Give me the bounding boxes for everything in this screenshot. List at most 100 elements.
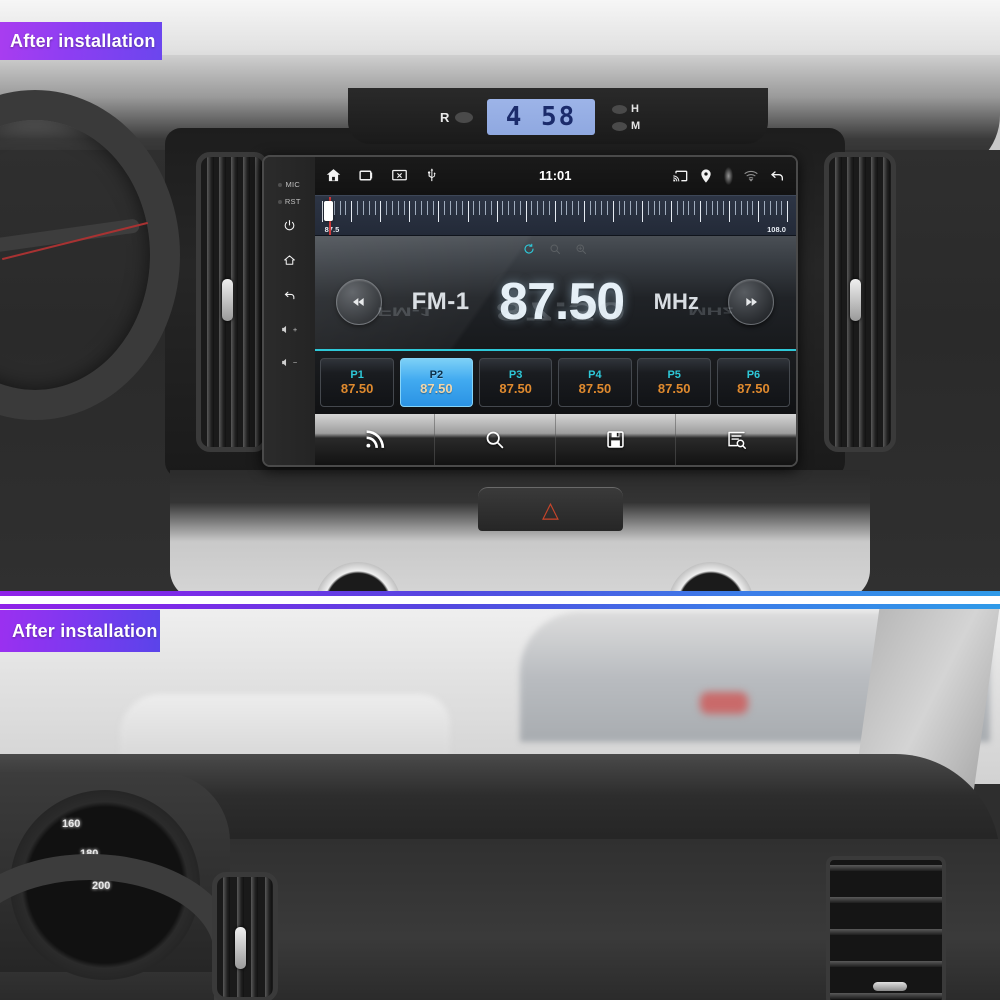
speaker-minus-icon[interactable]: − — [264, 357, 315, 368]
hw-button-reset[interactable]: RST — [264, 198, 315, 206]
car-stereo-head-unit-top[interactable]: MIC RST + − 11:01 87.5 108.0 FM-1 87.50 MHz FM-1… — [262, 155, 798, 467]
power-icon[interactable] — [283, 219, 296, 232]
preset-frequency: 87.50 — [657, 381, 691, 397]
cast-icon[interactable] — [672, 168, 688, 184]
preset-name: P3 — [508, 368, 523, 381]
air-vent-left-top — [196, 152, 268, 452]
recent-apps-icon[interactable] — [358, 167, 375, 184]
hazard-light-button[interactable]: △ — [478, 487, 623, 531]
preset-button-p5[interactable]: P5 87.50 — [637, 357, 711, 408]
preset-name: P6 — [746, 368, 761, 381]
hw-button-mic[interactable]: MIC — [264, 181, 315, 189]
back-arrow-icon[interactable] — [769, 168, 785, 184]
toolbar-button-save[interactable] — [556, 414, 677, 465]
photo-panel-top: R 4 58 H M △ MIC RST + − 11:01 87.5 108.0 FM-… — [0, 0, 1000, 596]
vent-slat — [243, 157, 250, 447]
dash-clock-r-label: R — [440, 110, 450, 125]
reset-label: RST — [284, 197, 301, 207]
status-bar-left-icons — [325, 167, 457, 184]
panel-gap — [0, 596, 1000, 604]
preset-button-p2[interactable]: P2 87.50 — [399, 357, 474, 408]
tuner-slider-handle[interactable] — [323, 200, 333, 222]
mic-label: MIC — [285, 179, 301, 189]
vent-adjust-knob[interactable] — [872, 981, 907, 991]
minute-button-oval[interactable] — [612, 121, 627, 131]
seek-previous-button[interactable] — [336, 279, 383, 326]
air-vent-right-top — [824, 152, 896, 452]
badge-after-installation-top: After installation — [0, 22, 162, 60]
panel-divider-top — [0, 591, 1000, 596]
preset-button-p4[interactable]: P4 87.50 — [558, 357, 632, 408]
vent-slat — [265, 877, 272, 997]
minute-label: M — [631, 120, 641, 132]
preset-button-p6[interactable]: P6 87.50 — [716, 357, 791, 408]
preset-frequency: 87.50 — [420, 381, 453, 397]
tuner-max-label: 108.0 — [767, 224, 786, 234]
preset-name: P2 — [429, 368, 444, 381]
air-vent-right-bottom — [826, 856, 946, 1000]
vent-slat — [251, 877, 258, 997]
radio-mini-toolbar — [315, 236, 796, 255]
frequency-tuning-bar[interactable]: 87.5 108.0 — [314, 194, 796, 237]
radio-frequency-display: 87.50 — [499, 273, 625, 332]
vent-slat — [835, 157, 842, 447]
dash-clock-hm-buttons[interactable]: H M — [612, 101, 652, 135]
vent-adjust-knob[interactable] — [235, 927, 246, 970]
speaker-plus-icon[interactable]: + — [264, 324, 315, 335]
status-bar: 11:01 — [314, 157, 796, 195]
panel-divider-bottom — [0, 604, 1000, 609]
wifi-icon[interactable] — [743, 168, 759, 184]
preset-station-bar: P1 87.50 P2 87.50 P3 87.50 P4 87.50 P5 87.50 P6 87.… — [314, 351, 796, 415]
preset-button-p1[interactable]: P1 87.50 — [320, 357, 394, 408]
location-pin-icon[interactable] — [698, 168, 714, 184]
vent-adjust-knob[interactable] — [222, 278, 233, 321]
radio-control-row: FM-1 87.50 MHz — [315, 256, 796, 349]
hw-button-home[interactable] — [264, 254, 315, 267]
vent-slat — [830, 897, 942, 903]
hour-button-oval[interactable] — [612, 104, 627, 114]
home-icon[interactable] — [325, 167, 342, 184]
toolbar-button-search[interactable] — [435, 414, 556, 465]
dash-clock-r-button[interactable] — [455, 112, 473, 123]
radio-frequency-unit: MHz — [653, 289, 699, 315]
toolbar-button-list-search[interactable] — [676, 414, 796, 465]
vent-slat — [207, 157, 214, 447]
close-screen-icon[interactable] — [391, 167, 408, 184]
hw-button-back[interactable] — [264, 289, 315, 302]
usb-icon[interactable] — [424, 167, 441, 184]
head-unit-screen-top[interactable]: 11:01 87.5 108.0 FM-1 87.50 MHz FM-1 87.50 MHz P1… — [314, 157, 796, 465]
preset-button-p3[interactable]: P3 87.50 — [478, 357, 553, 408]
back-arrow-icon[interactable] — [283, 289, 296, 302]
reset-indicator-icon: RST — [277, 197, 301, 207]
dash-clock-display: 4 58 — [487, 99, 595, 135]
hazard-triangle-icon: △ — [542, 496, 559, 522]
status-bar-right-icons — [662, 166, 785, 185]
vent-slat — [830, 961, 942, 967]
preset-name: P1 — [350, 368, 364, 381]
badge-after-installation-bottom: After installation — [0, 610, 160, 652]
radio-bottom-toolbar — [314, 414, 796, 465]
hour-label: H — [631, 103, 639, 115]
preset-frequency: 87.50 — [340, 381, 374, 397]
vent-slat — [830, 865, 942, 871]
toolbar-button-signal[interactable] — [315, 414, 436, 465]
vent-slat — [223, 877, 230, 997]
vent-slat — [883, 157, 890, 447]
preset-name: P5 — [667, 368, 681, 381]
home-outline-icon[interactable] — [283, 254, 296, 267]
hw-button-volume-up[interactable]: + — [264, 324, 315, 335]
air-vent-left-bottom — [212, 872, 278, 1000]
head-unit-hardware-buttons-top[interactable]: MIC RST + − — [264, 157, 315, 465]
vent-slat — [830, 993, 942, 999]
radio-band-label: FM-1 — [411, 288, 470, 316]
vent-adjust-knob[interactable] — [850, 278, 861, 321]
preset-frequency: 87.50 — [499, 381, 532, 397]
notification-glow-icon[interactable] — [724, 166, 734, 185]
hw-button-power[interactable] — [264, 219, 315, 232]
seek-next-button[interactable] — [728, 279, 775, 326]
outside-taillight-blur — [700, 692, 748, 714]
hw-button-volume-down[interactable]: − — [264, 357, 315, 368]
vent-slat — [830, 929, 942, 935]
preset-name: P4 — [588, 368, 602, 381]
tuner-min-label: 87.5 — [324, 224, 340, 234]
